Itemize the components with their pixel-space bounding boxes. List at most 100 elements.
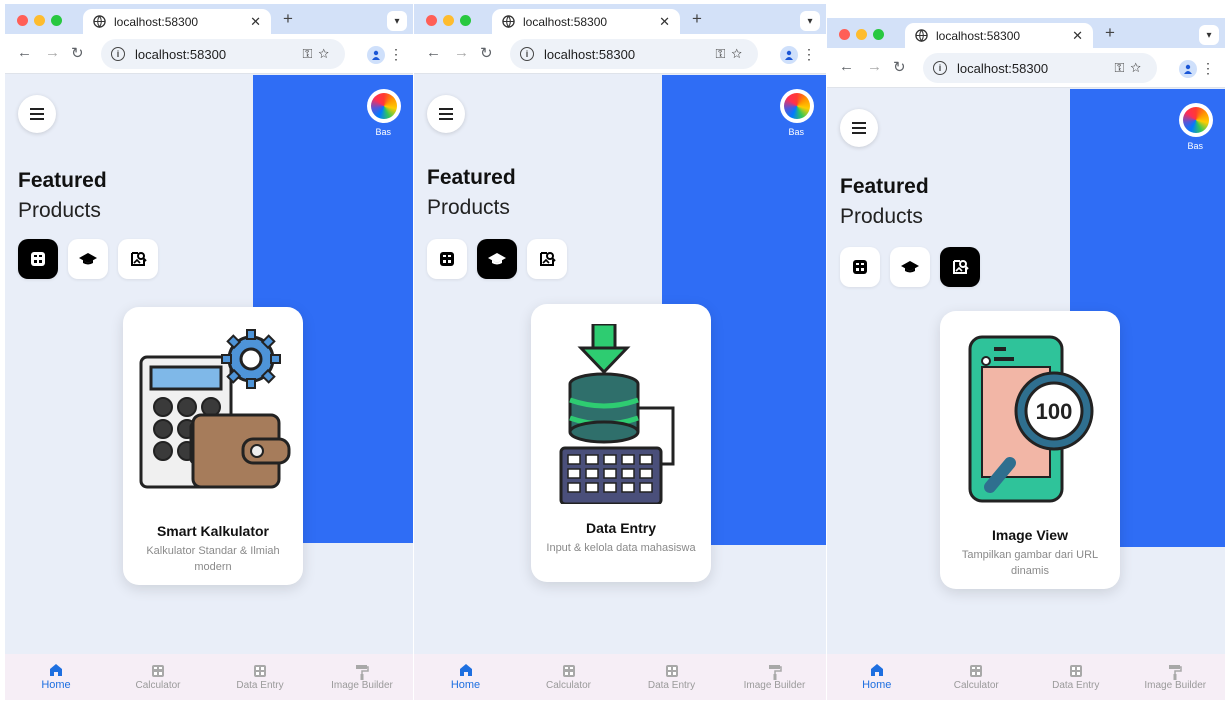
nav-label: Calculator xyxy=(135,679,181,691)
reload-icon[interactable]: ↻ xyxy=(480,44,493,62)
browser-tab[interactable]: localhost:58300 ✕ xyxy=(492,9,680,34)
chip-calculator[interactable] xyxy=(18,239,58,279)
nav-label: Calculator xyxy=(953,679,999,691)
app-viewport: Bas Featured Products Smart Kalkulator K… xyxy=(5,75,413,700)
minimize-window-button[interactable] xyxy=(34,15,45,26)
back-icon[interactable]: ← xyxy=(839,58,854,75)
new-tab-icon[interactable]: + xyxy=(1105,23,1115,43)
chip-image[interactable] xyxy=(940,247,980,287)
calculator-wallet-icon xyxy=(133,327,293,507)
app-viewport: Bas Featured Products Data Entry Input &… xyxy=(414,75,826,700)
new-tab-icon[interactable]: + xyxy=(283,9,293,29)
card-title: Data Entry xyxy=(585,520,657,536)
browser-menu-icon[interactable]: ⋮ xyxy=(1201,60,1215,77)
browser-menu-icon[interactable]: ⋮ xyxy=(389,46,403,63)
profile-icon[interactable] xyxy=(367,46,385,64)
tab-title: localhost:58300 xyxy=(114,14,199,29)
close-window-button[interactable] xyxy=(839,29,850,40)
product-card[interactable]: Smart Kalkulator Kalkulator Standar & Il… xyxy=(123,307,303,585)
avatar-label: Bas xyxy=(1187,141,1203,151)
home-icon xyxy=(459,663,473,677)
hamburger-menu-icon[interactable] xyxy=(18,95,56,133)
page-title: Featured xyxy=(840,175,929,198)
chip-education[interactable] xyxy=(68,239,108,279)
nav-data-entry[interactable]: Data Entry xyxy=(620,654,723,700)
back-icon[interactable]: ← xyxy=(426,44,441,61)
profile-icon[interactable] xyxy=(780,46,798,64)
chip-education[interactable] xyxy=(890,247,930,287)
minimize-window-button[interactable] xyxy=(443,15,454,26)
chip-education[interactable] xyxy=(477,239,517,279)
url-text: localhost:58300 xyxy=(544,46,636,62)
nav-image-builder[interactable]: Image Builder xyxy=(311,654,413,700)
product-card[interactable]: Data Entry Input & kelola data mahasiswa xyxy=(531,304,711,582)
browser-toolbar: ← → ↻ i localhost:58300 ⚿☆ ⋮ xyxy=(414,34,826,74)
close-window-button[interactable] xyxy=(17,15,28,26)
reload-icon[interactable]: ↻ xyxy=(71,44,84,62)
close-tab-icon[interactable]: ✕ xyxy=(659,14,670,30)
nav-label: Data Entry xyxy=(1052,679,1100,691)
tab-search-chevron-icon[interactable]: ▾ xyxy=(1199,25,1219,45)
tab-search-chevron-icon[interactable]: ▾ xyxy=(800,11,820,31)
hamburger-menu-icon[interactable] xyxy=(840,109,878,147)
card-description: Kalkulator Standar & Ilmiah modern xyxy=(146,545,280,573)
site-info-icon[interactable]: i xyxy=(520,47,534,61)
new-tab-icon[interactable]: + xyxy=(692,9,702,29)
tab-search-chevron-icon[interactable]: ▾ xyxy=(387,11,407,31)
browser-tab[interactable]: localhost:58300 ✕ xyxy=(905,23,1093,48)
nav-calculator[interactable]: Calculator xyxy=(517,654,620,700)
avatar[interactable] xyxy=(367,89,401,123)
forward-icon[interactable]: → xyxy=(454,44,469,61)
chip-calculator[interactable] xyxy=(427,239,467,279)
nav-image-builder[interactable]: Image Builder xyxy=(1126,654,1225,700)
browser-menu-icon[interactable]: ⋮ xyxy=(802,46,816,63)
back-icon[interactable]: ← xyxy=(17,44,32,61)
password-key-icon[interactable]: ⚿☆ xyxy=(302,46,335,62)
nav-label: Image Builder xyxy=(331,679,393,691)
data-entry-icon xyxy=(665,664,679,678)
forward-icon[interactable]: → xyxy=(45,44,60,61)
browser-tab[interactable]: localhost:58300 ✕ xyxy=(83,9,271,34)
nav-data-entry[interactable]: Data Entry xyxy=(209,654,311,700)
product-card[interactable]: 100 Image View Tampilkan gambar dari URL… xyxy=(940,311,1120,589)
nav-home[interactable]: Home xyxy=(5,654,107,700)
forward-icon[interactable]: → xyxy=(867,58,882,75)
color-wheel-icon xyxy=(784,93,810,119)
nav-image-builder[interactable]: Image Builder xyxy=(723,654,826,700)
home-icon xyxy=(49,663,63,677)
nav-data-entry[interactable]: Data Entry xyxy=(1026,654,1126,700)
nav-calculator[interactable]: Calculator xyxy=(927,654,1027,700)
site-info-icon[interactable]: i xyxy=(111,47,125,61)
password-key-icon[interactable]: ⚿☆ xyxy=(1114,60,1147,76)
window-controls xyxy=(426,15,471,26)
card-description: Tampilkan gambar dari URL dinamis xyxy=(961,549,1099,577)
close-tab-icon[interactable]: ✕ xyxy=(250,14,261,30)
profile-icon[interactable] xyxy=(1179,60,1197,78)
password-key-icon[interactable]: ⚿☆ xyxy=(715,46,748,62)
address-bar[interactable]: i localhost:58300 ⚿☆ xyxy=(923,53,1157,83)
reload-icon[interactable]: ↻ xyxy=(893,58,906,76)
hamburger-menu-icon[interactable] xyxy=(427,95,465,133)
maximize-window-button[interactable] xyxy=(873,29,884,40)
nav-label: Calculator xyxy=(545,679,592,691)
close-window-button[interactable] xyxy=(426,15,437,26)
close-tab-icon[interactable]: ✕ xyxy=(1072,28,1083,44)
nav-home[interactable]: Home xyxy=(414,654,517,700)
avatar[interactable] xyxy=(1179,103,1213,137)
chip-image[interactable] xyxy=(118,239,158,279)
minimize-window-button[interactable] xyxy=(856,29,867,40)
chip-image[interactable] xyxy=(527,239,567,279)
nav-label: Image Builder xyxy=(743,679,806,691)
maximize-window-button[interactable] xyxy=(51,15,62,26)
window-controls xyxy=(17,15,62,26)
avatar[interactable] xyxy=(780,89,814,123)
maximize-window-button[interactable] xyxy=(460,15,471,26)
site-info-icon[interactable]: i xyxy=(933,61,947,75)
nav-calculator[interactable]: Calculator xyxy=(107,654,209,700)
address-bar[interactable]: i localhost:58300 ⚿☆ xyxy=(510,39,758,69)
page-subtitle: Products xyxy=(18,199,101,222)
chip-calculator[interactable] xyxy=(840,247,880,287)
nav-home[interactable]: Home xyxy=(827,654,927,700)
category-chips xyxy=(18,239,158,279)
address-bar[interactable]: i localhost:58300 ⚿☆ xyxy=(101,39,345,69)
